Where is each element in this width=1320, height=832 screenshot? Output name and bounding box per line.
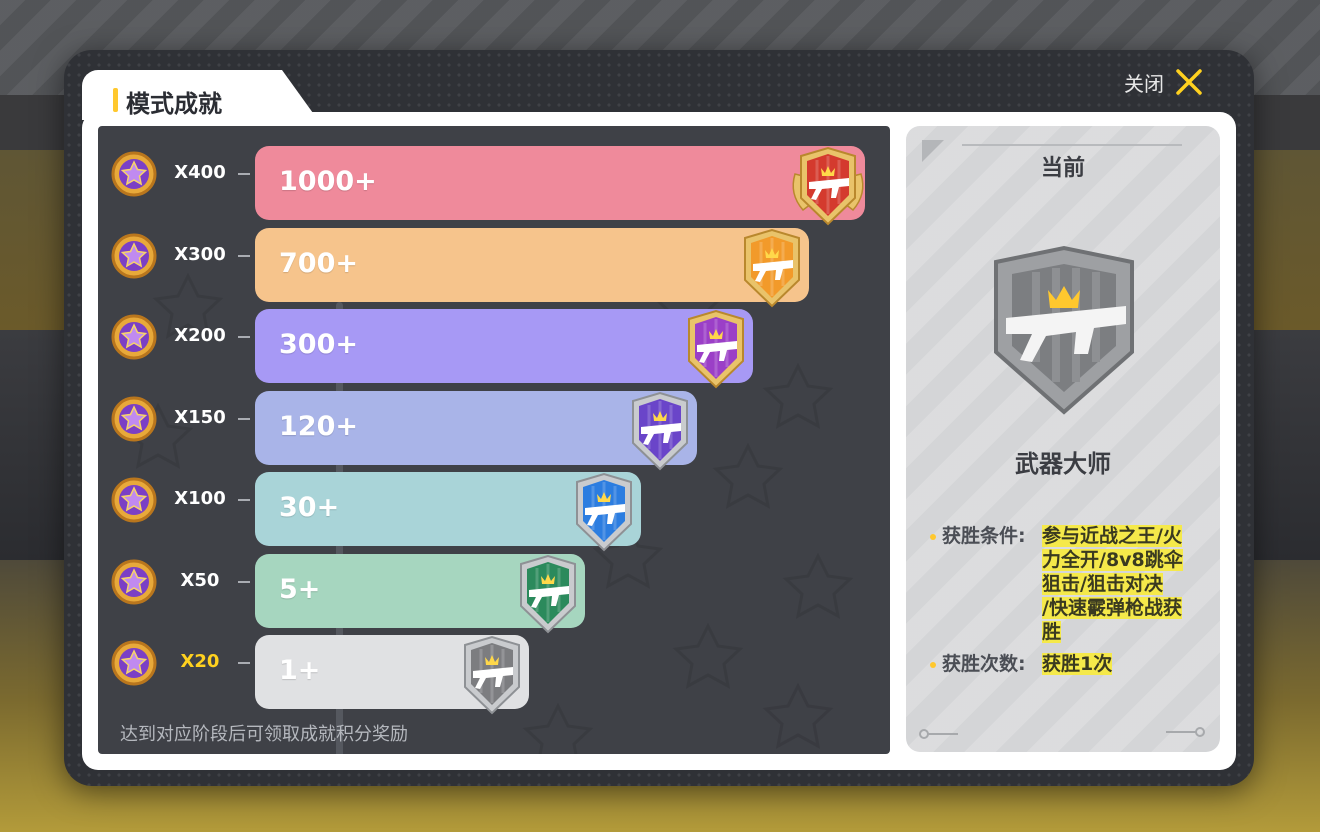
tier-row: X20 1+: [98, 625, 890, 715]
connector-dash: [238, 662, 250, 664]
reward-amount: X20: [180, 651, 220, 672]
star-coin-icon: [111, 559, 157, 604]
dialog-title: 模式成就: [126, 90, 222, 118]
tier-threshold: 300+: [279, 329, 358, 360]
bullet-icon: [930, 533, 936, 540]
tier-row: X50 5+: [98, 544, 890, 633]
close-button[interactable]: 关闭: [1124, 64, 1204, 100]
star-coin-icon: [111, 396, 157, 441]
tier-threshold: 120+: [279, 410, 358, 442]
tier-row: X100 30+: [98, 462, 890, 552]
count-label: 获胜次数:: [930, 652, 1026, 676]
hint-text: 达到对应阶段后可领取成就积分奖励: [120, 724, 408, 745]
condition-label: 获胜条件:: [930, 524, 1026, 548]
tier-bar[interactable]: 5+: [255, 553, 585, 633]
tier-threshold: 1+: [279, 655, 321, 686]
star-coin-icon: [111, 477, 157, 523]
badge-name: 武器大师: [1015, 450, 1111, 478]
count-value: 获胜1次: [1042, 653, 1113, 675]
rifle-crown-badge-icon: [464, 635, 520, 715]
close-label: 关闭: [1124, 71, 1164, 96]
tier-threshold: 30+: [279, 492, 340, 523]
current-achievement-card: 当前 武器大师 获胜条件: 参与近战之王/火 力全开/8v8跳伞 狙击/狙击对决…: [906, 126, 1220, 752]
tier-threshold: 5+: [279, 573, 321, 605]
condition-value: 参与近战之王/火 力全开/8v8跳伞 狙击/狙击对决 /快速霰弹枪战获 胜: [1042, 525, 1183, 643]
reward-amount: X50: [180, 569, 220, 591]
connector-dash: [238, 580, 250, 583]
star-coin-icon: [111, 233, 157, 278]
tier-bar[interactable]: 700+: [255, 227, 809, 307]
star-coin-icon: [111, 151, 157, 197]
tier-row: X200 300+: [98, 299, 890, 389]
rifle-crown-badge-icon: [994, 245, 1134, 415]
tier-bar[interactable]: 300+: [255, 309, 753, 389]
star-coin-icon: [111, 640, 157, 686]
tier-threshold: 700+: [279, 247, 358, 279]
reward-amount: X100: [174, 488, 226, 509]
tier-bar[interactable]: 30+: [255, 472, 641, 552]
tier-row: X400 1000+: [98, 136, 890, 226]
reward-amount: X300: [174, 243, 226, 265]
connector-dash: [238, 173, 250, 175]
tier-row: X150 120+: [98, 381, 890, 470]
star-coin-icon: [111, 314, 157, 360]
tier-bar[interactable]: 1+: [255, 635, 529, 715]
reward-amount: X200: [174, 325, 226, 346]
tier-threshold: 1000+: [279, 166, 377, 197]
current-title: 当前: [1040, 156, 1085, 181]
tier-bar[interactable]: 120+: [255, 390, 697, 470]
connector-dash: [238, 499, 250, 501]
tier-row: X300 700+: [98, 218, 890, 307]
tier-list: X400 1000+ X300 700+ X200 300+ X150 120+ X100 30+…: [98, 126, 890, 754]
tier-bar[interactable]: 1000+: [255, 146, 865, 226]
reward-amount: X400: [174, 162, 226, 183]
connector-dash: [238, 417, 250, 420]
title-accent: [113, 88, 118, 112]
bullet-icon: [930, 661, 936, 668]
connector-dash: [238, 254, 250, 257]
corner-deco-icon: [919, 729, 958, 739]
connector-dash: [238, 336, 250, 338]
card-deco-line: [962, 144, 1182, 146]
close-icon: [1176, 69, 1202, 95]
reward-amount: X150: [174, 406, 226, 428]
corner-deco-icon: [1166, 727, 1205, 737]
